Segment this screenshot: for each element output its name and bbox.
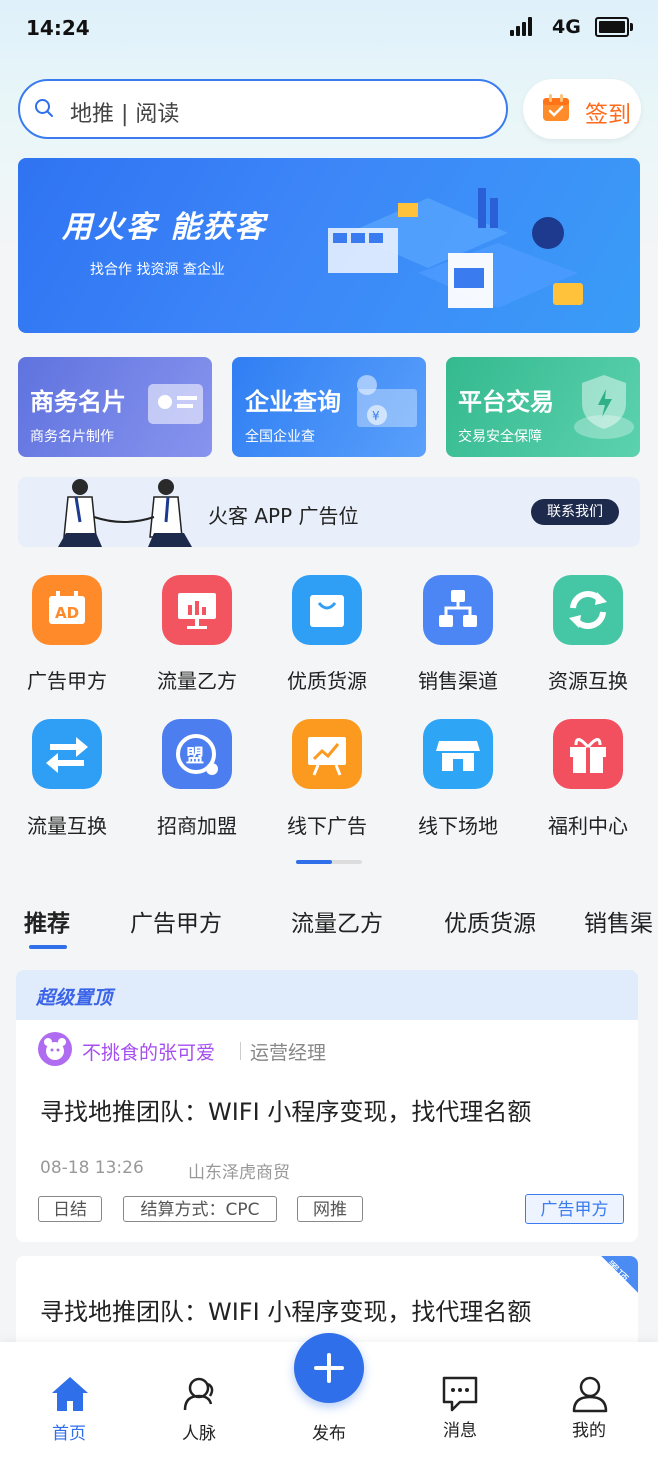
contacts-icon[interactable] <box>181 1374 221 1414</box>
message-icon[interactable] <box>440 1374 482 1414</box>
svg-text:盟: 盟 <box>186 746 204 767</box>
store-icon <box>436 741 480 771</box>
grid-item-quality-supply[interactable] <box>292 575 362 645</box>
gift-icon <box>570 738 606 773</box>
checkin-label[interactable]: 签到 <box>585 95 631 129</box>
grid-item-offline-ad[interactable] <box>292 719 362 789</box>
network-type: 4G <box>552 16 581 38</box>
nav-publish[interactable]: 发布 <box>289 1419 369 1444</box>
card-platform-trade-subtitle: 交易安全保障 <box>458 429 542 445</box>
signal-icon <box>510 16 534 36</box>
tab-traffic-provider[interactable]: 流量乙方 <box>291 904 383 938</box>
presentation-chart-icon <box>178 593 216 629</box>
ad-text: 火客 APP 广告位 <box>208 504 359 528</box>
post-company: 山东泽虎商贸 <box>188 1163 290 1183</box>
grid-label-franchise: 招商加盟 <box>157 814 237 838</box>
search-icon <box>35 99 53 117</box>
grid-label-advertiser: 广告甲方 <box>27 669 107 693</box>
page-indicator <box>296 860 362 864</box>
id-card-icon <box>148 384 203 424</box>
grid-item-traffic-exchange[interactable] <box>32 719 102 789</box>
post-author-role: 运营经理 <box>250 1042 327 1064</box>
banner-title: 用火客 能获客 <box>62 210 267 245</box>
contact-us-button[interactable]: 联系我们 <box>531 499 619 525</box>
grid-label-offline-venue: 线下场地 <box>418 814 498 838</box>
post-time: 08-18 13:26 <box>40 1158 144 1178</box>
status-time: 14:24 <box>26 16 90 40</box>
nav-home[interactable]: 首页 <box>29 1419 109 1444</box>
search-input[interactable]: 地推 | 阅读 <box>70 96 179 128</box>
card-company-search-title: 企业查询 <box>245 388 341 416</box>
grid-label-traffic-provider: 流量乙方 <box>157 669 237 693</box>
billboard-icon <box>308 737 346 776</box>
post-title[interactable]: 寻找地推团队：WIFI 小程序变现，找代理名额 <box>40 1092 531 1127</box>
post-category-badge[interactable]: 广告甲方 <box>525 1194 624 1224</box>
shopping-bag-icon <box>310 595 344 627</box>
card-business-card-subtitle: 商务名片制作 <box>30 429 114 445</box>
tab-recommend[interactable]: 推荐 <box>24 904 70 938</box>
publish-button[interactable] <box>294 1333 364 1403</box>
grid-label-welfare-center: 福利中心 <box>548 814 628 838</box>
grid-item-offline-venue[interactable] <box>423 719 493 789</box>
tag-daily-settlement: 日结 <box>38 1196 102 1222</box>
grid-item-resource-exchange[interactable] <box>553 575 623 645</box>
nav-contacts[interactable]: 人脉 <box>159 1419 239 1444</box>
card-business-card-title: 商务名片 <box>30 388 126 416</box>
post-author-name[interactable]: 不挑食的张可爱 <box>82 1038 215 1065</box>
tab-active-indicator <box>29 945 67 949</box>
card-platform-trade-title: 平台交易 <box>458 388 554 416</box>
grid-label-offline-ad: 线下广告 <box>287 814 367 838</box>
hierarchy-icon <box>439 590 477 627</box>
nav-messages[interactable]: 消息 <box>420 1416 500 1441</box>
card-company-search-subtitle: 全国企业查 <box>245 429 315 445</box>
alliance-icon: 盟 <box>176 734 218 775</box>
grid-item-traffic-provider[interactable] <box>162 575 232 645</box>
grid-label-quality-supply: 优质货源 <box>287 669 367 693</box>
calendar-check-icon <box>543 94 569 121</box>
grid-item-advertiser[interactable]: AD <box>32 575 102 645</box>
avatar[interactable] <box>38 1032 72 1066</box>
tab-quality-supply[interactable]: 优质货源 <box>444 904 536 938</box>
grid-label-traffic-exchange: 流量互换 <box>27 814 107 838</box>
grid-item-welfare-center[interactable] <box>553 719 623 789</box>
avatar-face-icon <box>44 1038 66 1060</box>
battery-icon <box>595 17 633 37</box>
grid-item-sales-channel[interactable] <box>423 575 493 645</box>
svg-text:¥: ¥ <box>372 409 380 423</box>
tag-settlement-method: 结算方式：CPC <box>123 1196 277 1222</box>
post-title[interactable]: 寻找地推团队：WIFI 小程序变现，找代理名额 <box>40 1292 531 1327</box>
ad-board-icon: AD <box>49 591 85 624</box>
database-search-icon: ¥ <box>357 375 417 427</box>
refresh-icon <box>569 591 607 629</box>
home-icon[interactable] <box>49 1374 91 1414</box>
isometric-illustration-icon <box>328 188 583 308</box>
tag-online-promotion: 网推 <box>297 1196 363 1222</box>
tab-advertiser[interactable]: 广告甲方 <box>130 904 222 938</box>
handshake-illustration-icon <box>58 479 192 547</box>
super-top-label: 超级置顶 <box>36 987 113 1009</box>
grid-item-franchise[interactable]: 盟 <box>162 719 232 789</box>
grid-label-resource-exchange: 资源互换 <box>548 669 628 693</box>
user-icon[interactable] <box>570 1374 610 1414</box>
nav-mine[interactable]: 我的 <box>549 1416 629 1441</box>
banner-subtitle: 找合作 找资源 查企业 <box>90 262 225 278</box>
svg-text:AD: AD <box>55 604 79 622</box>
swap-arrows-icon <box>46 737 88 773</box>
divider <box>240 1042 241 1060</box>
grid-label-sales-channel: 销售渠道 <box>418 669 498 693</box>
shield-icon <box>574 375 634 439</box>
plus-icon <box>314 1353 344 1383</box>
tab-sales-channel[interactable]: 销售渠 <box>584 904 653 938</box>
